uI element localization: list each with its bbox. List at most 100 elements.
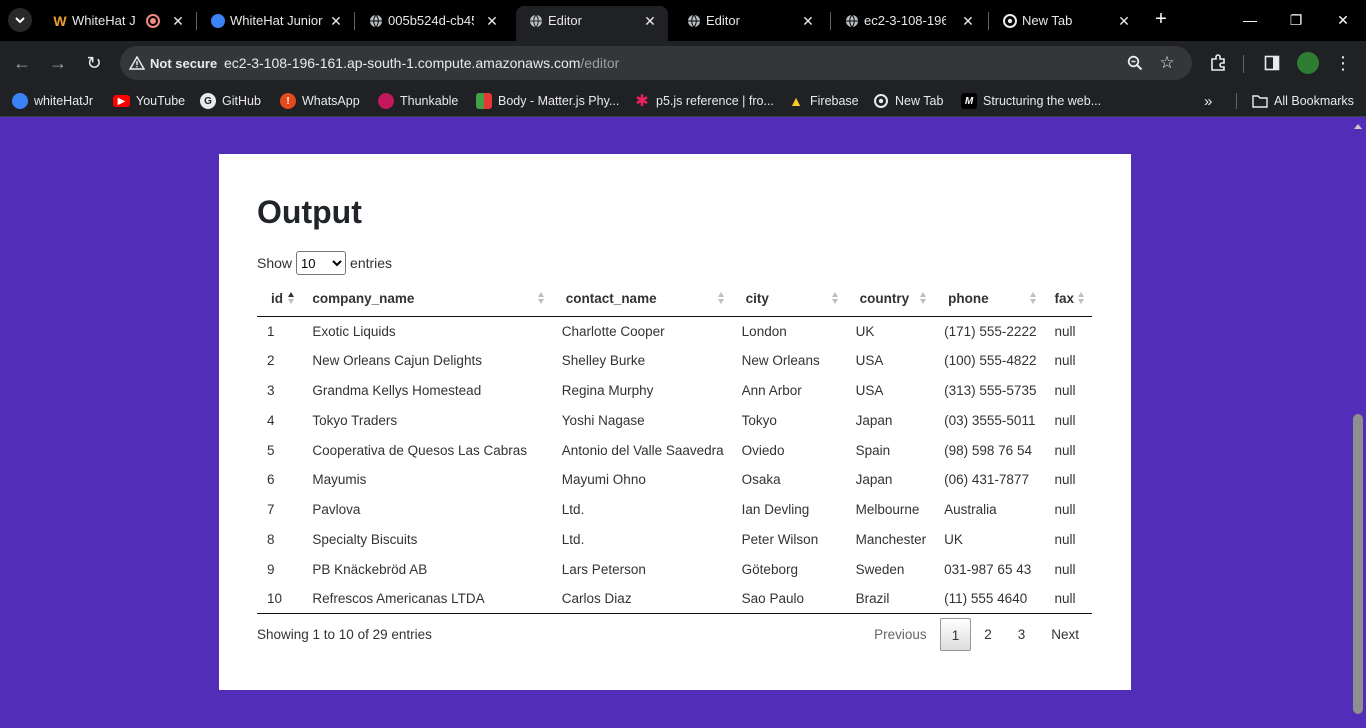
close-icon[interactable]: ✕ (326, 11, 346, 31)
column-header-id[interactable]: id (257, 282, 303, 317)
warning-icon (129, 56, 145, 70)
bookmark-label: WhatsApp (302, 94, 360, 108)
tab-title: ec2-3-108-196-1 (864, 13, 946, 28)
bookmark-label: Structuring the web... (983, 94, 1102, 108)
column-header-phone[interactable]: phone (934, 282, 1045, 317)
table-cell-phone: (313) 555-5735 (944, 382, 1037, 398)
more-menu-icon[interactable]: ⋮ (1331, 51, 1355, 75)
bookmark-label: YouTube (136, 94, 186, 108)
bookmark-firebase[interactable]: ▲ Firebase (788, 91, 859, 111)
table-cell-id: 2 (267, 353, 275, 369)
bookmark-star-icon[interactable]: ☆ (1156, 52, 1178, 74)
bookmark-github[interactable]: G GitHub (200, 91, 261, 111)
bookmark-matterjs[interactable]: Body - Matter.js Phy... (476, 91, 619, 111)
address-bar[interactable]: Not secure ec2-3-108-196-161.ap-south-1.… (120, 46, 1192, 80)
new-tab-button[interactable]: + (1150, 8, 1172, 30)
page-button-2[interactable]: 2 (971, 618, 1005, 651)
column-header-fax[interactable]: fax (1044, 282, 1092, 317)
back-icon[interactable]: ← (9, 50, 35, 76)
page-viewport: Output Show 10 entries id company_name c… (0, 118, 1366, 728)
table-cell-company-name: New Orleans Cajun Delights (312, 353, 482, 369)
bookmark-whitehatjr[interactable]: whiteHatJr (12, 91, 93, 111)
forward-icon[interactable]: → (45, 50, 71, 76)
tab-search-button[interactable] (8, 8, 32, 32)
bookmark-structuring-web[interactable]: M Structuring the web... (961, 91, 1101, 111)
tab-separator (830, 12, 831, 30)
chrome-icon (873, 93, 889, 109)
scrollbar-thumb[interactable] (1353, 414, 1363, 714)
table-cell-phone: UK (944, 531, 963, 547)
page-scrollbar[interactable] (1350, 118, 1366, 728)
bookmark-youtube[interactable]: ▶ YouTube (113, 91, 185, 111)
zoom-icon[interactable] (1124, 52, 1146, 74)
bookmark-whatsapp[interactable]: ! WhatsApp (280, 91, 360, 111)
close-icon[interactable]: ✕ (798, 11, 818, 31)
length-menu-prefix: Show (257, 255, 293, 271)
tab-ec2[interactable]: ec2-3-108-196-1 ✕ (832, 6, 986, 36)
bookmark-p5js[interactable]: ✱ p5.js reference | fro... (634, 91, 774, 111)
tab-title: Editor (548, 13, 582, 28)
tab-whitehat-junior[interactable]: WhiteHat Junior ✕ (198, 6, 352, 36)
table-cell-contact-name: Lars Peterson (561, 561, 646, 577)
table-cell-city: Ann Arbor (741, 382, 802, 398)
side-panel-icon[interactable] (1260, 51, 1284, 75)
profile-avatar[interactable] (1296, 51, 1320, 75)
table-cell-fax: null (1054, 502, 1076, 518)
all-bookmarks[interactable]: All Bookmarks (1252, 91, 1354, 111)
minimize-icon[interactable]: — (1238, 8, 1262, 32)
tab-005b524d[interactable]: 005b524d-cb45 ✕ (356, 6, 510, 36)
table-cell-company-name: Exotic Liquids (312, 323, 396, 339)
next-button[interactable]: Next (1038, 618, 1092, 651)
output-card: Output Show 10 entries id company_name c… (219, 154, 1131, 690)
page-button-1[interactable]: 1 (939, 618, 972, 651)
table-cell-contact-name: Yoshi Nagase (561, 412, 645, 428)
table-row: 7 Pavlova Ltd. Ian Devling Melbourne Australi… (257, 495, 1092, 525)
column-header-city[interactable]: city (731, 282, 846, 317)
length-menu-suffix: entries (350, 255, 393, 271)
restore-icon[interactable]: ❐ (1284, 8, 1308, 32)
reload-icon[interactable]: ↻ (81, 50, 107, 76)
chevron-down-icon (15, 17, 25, 24)
bookmark-label: New Tab (895, 94, 944, 108)
close-icon[interactable]: ✕ (1114, 11, 1134, 31)
window-close-icon[interactable]: ✕ (1331, 8, 1355, 32)
close-icon[interactable]: ✕ (958, 11, 978, 31)
bookmarks-overflow-icon[interactable]: » (1204, 91, 1212, 111)
tab-editor-active[interactable]: Editor ✕ (516, 6, 668, 41)
table-cell-id: 5 (267, 442, 275, 458)
security-indicator[interactable]: Not secure (129, 53, 217, 73)
table-cell-id: 3 (267, 382, 275, 398)
close-icon[interactable]: ✕ (482, 11, 502, 31)
table-cell-phone: (03) 3555-5011 (944, 412, 1036, 428)
tab-editor[interactable]: Editor ✕ (674, 6, 828, 36)
page-title: Output (257, 194, 362, 230)
bookmark-label: Thunkable (400, 94, 459, 108)
close-icon[interactable]: ✕ (168, 11, 188, 31)
sort-icon (1030, 292, 1038, 306)
column-label: phone (948, 291, 989, 307)
folder-icon (1252, 93, 1268, 109)
column-header-contact-name[interactable]: contact_name (551, 282, 732, 317)
whatsapp-icon: ! (280, 93, 296, 109)
table-cell-company-name: Cooperativa de Quesos Las Cabras (312, 442, 527, 458)
close-icon[interactable]: ✕ (640, 11, 660, 31)
extensions-icon[interactable] (1206, 51, 1230, 75)
table-cell-country: Melbourne (855, 502, 920, 518)
url-path: /editor (580, 55, 620, 71)
column-header-country[interactable]: country (845, 282, 935, 317)
page-button-3[interactable]: 3 (1005, 618, 1039, 651)
previous-button[interactable]: Previous (861, 618, 940, 651)
entries-per-page-select[interactable]: 10 (296, 251, 347, 275)
bookmark-new-tab[interactable]: New Tab (873, 91, 943, 111)
table-cell-city: Göteborg (741, 561, 798, 577)
length-menu: Show 10 entries (257, 250, 392, 276)
scroll-up-arrow[interactable] (1354, 124, 1362, 129)
table-cell-id: 1 (267, 323, 275, 339)
table-row: 3 Grandma Kellys Homestead Regina Murphy An… (257, 376, 1092, 406)
tab-whitehat-jr[interactable]: W WhiteHat Jr ✕ (40, 6, 192, 36)
tab-new-tab[interactable]: New Tab ✕ (990, 6, 1144, 36)
table-cell-company-name: Specialty Biscuits (312, 531, 418, 547)
bookmark-thunkable[interactable]: Thunkable (378, 91, 458, 111)
column-header-company-name[interactable]: company_name (302, 282, 552, 317)
url-text[interactable]: ec2-3-108-196-161.ap-south-1.compute.ama… (224, 55, 619, 71)
